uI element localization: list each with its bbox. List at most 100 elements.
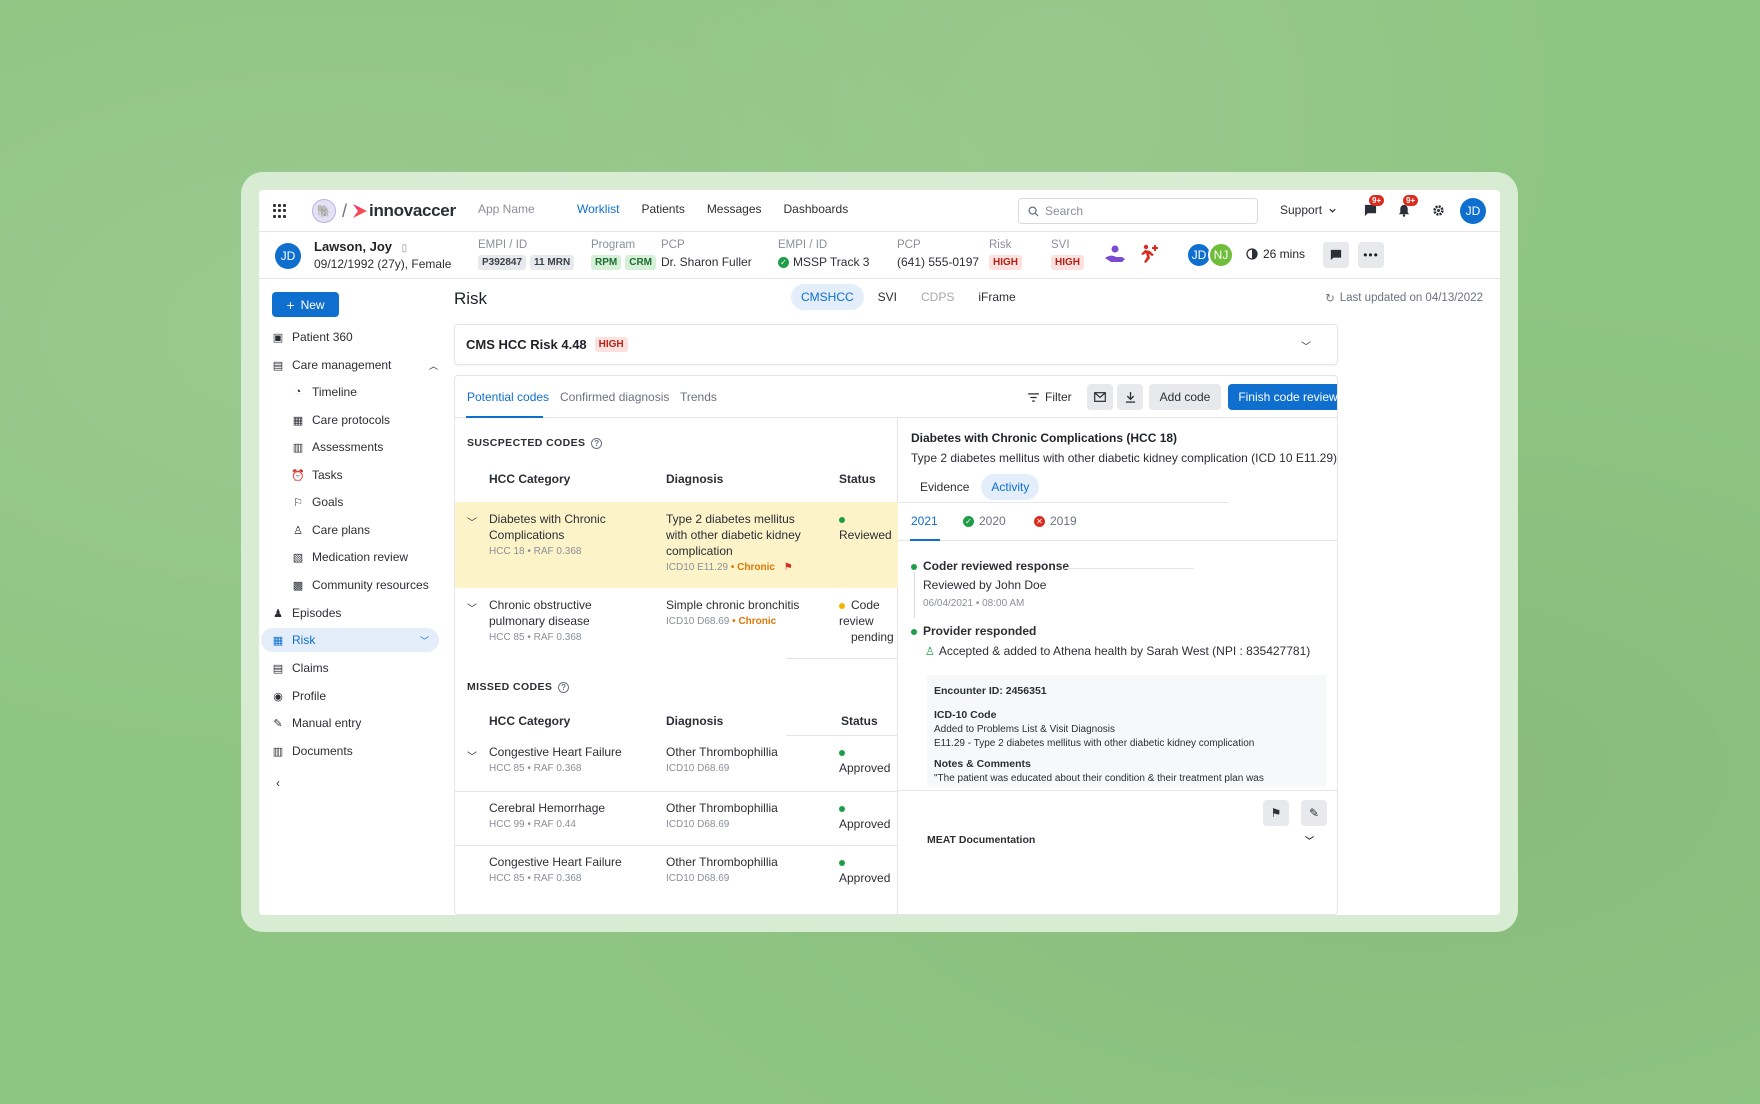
mail-icon [1094,392,1106,402]
copy-icon[interactable]: ▯ [402,243,408,254]
segment-iframe[interactable]: iFrame [968,284,1025,310]
row-diagnosis: Other Thrombophillia [666,855,778,869]
sidebar-item-episodes[interactable]: ♟ Episodes [272,601,448,625]
more-options-button[interactable]: ••• [1358,242,1384,268]
icd-text-1: Added to Problems List & Visit Diagnosis [934,724,1116,735]
sidebar-item-manual-entry[interactable]: ✎ Manual entry [272,711,448,735]
plus-icon: + [286,296,295,313]
sidebar-item-label: Patient 360 [292,330,353,344]
sidebar-item-label: Care protocols [312,413,391,427]
meat-documentation-accordion[interactable]: MEAT Documentation ﹀ [927,834,1326,846]
flag-button[interactable]: ⚑ [1263,800,1289,826]
table-row[interactable]: Congestive Heart Failure HCC 85 • RAF 0.… [455,846,898,900]
last-updated[interactable]: ↻ Last updated on 04/13/2022 [1325,291,1483,305]
notifications-button[interactable]: 9+ [1395,195,1419,219]
user-avatar[interactable]: JD [1460,198,1486,224]
sidebar-item-care-management[interactable]: ▤ Care management ︿ [272,353,448,377]
activity-coder-reviewed: Coder reviewed response [911,559,1069,573]
patient-dob: 09/12/1992 (27y), Female [314,257,452,271]
sidebar-item-goals[interactable]: ⚐ Goals [292,490,442,514]
encounter-id: Encounter ID: 2456351 [934,685,1047,697]
sidebar-item-assessments[interactable]: ▥ Assessments [292,435,442,459]
logo[interactable]: 🐘 / innovaccer [312,199,456,223]
chevron-down-icon[interactable]: ﹀ [1301,338,1311,353]
new-button[interactable]: + New [272,292,339,317]
sidebar-item-medication-review[interactable]: ▧ Medication review [292,545,442,569]
search-input[interactable]: Search [1018,198,1258,224]
message-icon [1330,249,1342,261]
menu-messages[interactable]: Messages [707,202,762,216]
group-icon: ♟ [273,607,283,620]
svi-label: SVI [1051,239,1070,251]
row-icd-code: ICD10 D68.69 [666,763,730,774]
support-dropdown[interactable]: Support [1280,203,1337,217]
mrn-chip: 11 MRN [530,255,575,270]
main-content: Risk CMSHCC SVI CDPS iFrame ↻ Last updat… [454,279,1500,915]
menu-dashboards[interactable]: Dashboards [784,202,849,216]
menu-worklist[interactable]: Worklist [577,202,619,216]
sidebar-item-label: Medication review [312,550,409,564]
care-hand-icon[interactable] [1104,244,1126,264]
emergency-runner-icon[interactable] [1137,243,1159,265]
chevron-down-icon[interactable]: ﹀ [467,514,477,529]
help-icon[interactable]: ? [591,437,603,449]
patient-name[interactable]: Lawson, Joy ▯ [314,239,407,254]
flag-icon[interactable]: ⚑ [784,562,793,573]
sidebar-item-risk[interactable]: ▦ Risk ﹀ [261,628,439,652]
care-team-avatar-2[interactable]: NJ [1208,242,1234,268]
risk-score-card[interactable]: CMS HCC Risk 4.48 HIGH ﹀ [454,324,1338,365]
help-icon[interactable]: ? [558,681,570,693]
sidebar-item-documents[interactable]: ▥ Documents [272,739,448,763]
error-circle-icon: ✕ [1034,515,1045,527]
sidebar-item-care-protocols[interactable]: ▦ Care protocols [292,408,442,432]
sidebar-item-label: Documents [292,744,353,758]
table-row[interactable]: ﹀ Congestive Heart Failure HCC 85 • RAF … [455,736,898,792]
sidebar-item-community-resources[interactable]: ▩ Community resources [292,573,442,597]
tab-confirmed-diagnosis[interactable]: Confirmed diagnosis [560,390,669,404]
timer[interactable]: 26 mins [1246,247,1305,261]
filter-button[interactable]: Filter [1028,390,1072,404]
codes-card: Potential codes Confirmed diagnosis Tren… [454,375,1338,915]
sidebar-item-care-plans[interactable]: ♙ Care plans [292,518,442,542]
collapse-sidebar-icon[interactable]: ‹ [276,776,280,790]
segment-svi[interactable]: SVI [868,284,907,310]
table-row[interactable]: ﹀ Diabetes with Chronic Complications HC… [455,502,898,588]
finish-code-review-button[interactable]: Finish code review [1228,384,1337,410]
tab-activity[interactable]: Activity [981,474,1040,500]
chevron-down-icon[interactable]: ﹀ [467,600,477,615]
edit-button[interactable]: ✎ [1301,800,1327,826]
year-tab-2020[interactable]: ✓ 2020 [963,514,1006,528]
tab-trends[interactable]: Trends [680,390,717,404]
table-row[interactable]: Cerebral Hemorrhage HCC 99 • RAF 0.44 Ot… [455,792,898,846]
svi-chip: HIGH [1051,255,1084,270]
sidebar-item-claims[interactable]: ▤ Claims [272,656,448,680]
download-button[interactable] [1117,384,1143,410]
meat-label: MEAT Documentation [927,834,1036,846]
menu-patients[interactable]: Patients [641,202,684,216]
tab-evidence[interactable]: Evidence [910,474,979,500]
sidebar-item-profile[interactable]: ◉ Profile [272,684,448,708]
message-patient-button[interactable] [1323,242,1349,268]
settings-button[interactable] [1429,201,1447,219]
row-diagnosis: Other Thrombophillia [666,745,778,759]
svi-field: SVI HIGH [1051,239,1084,270]
sidebar-item-tasks[interactable]: ⏰ Tasks [291,463,442,487]
col-diagnosis: Diagnosis [666,714,724,728]
add-code-button[interactable]: Add code [1149,384,1221,410]
segment-cmshcc[interactable]: CMSHCC [791,284,864,310]
activity-time: 06/04/2021 • 08:00 AM [923,598,1025,609]
app-grid-icon[interactable] [273,204,287,218]
sidebar-item-patient-360[interactable]: ▣ Patient 360 [272,325,448,349]
tab-potential-codes[interactable]: Potential codes [467,390,549,404]
row-chronic-tag: Chronic [738,616,777,627]
email-button[interactable] [1087,384,1113,410]
year-tab-2021[interactable]: 2021 [911,514,938,528]
sidebar-item-timeline[interactable]: ◔ Timeline [292,380,442,404]
sidebar-item-label: Episodes [292,606,342,620]
table-row[interactable]: ﹀ Chronic obstructive pulmonary disease … [455,588,898,658]
chevron-down-icon[interactable]: ﹀ [467,748,477,763]
row-category: Cerebral Hemorrhage [489,801,606,815]
chat-button[interactable]: 9+ [1361,195,1385,219]
year-tab-2019[interactable]: ✕ 2019 [1034,514,1077,528]
year-label: 2020 [979,514,1006,528]
